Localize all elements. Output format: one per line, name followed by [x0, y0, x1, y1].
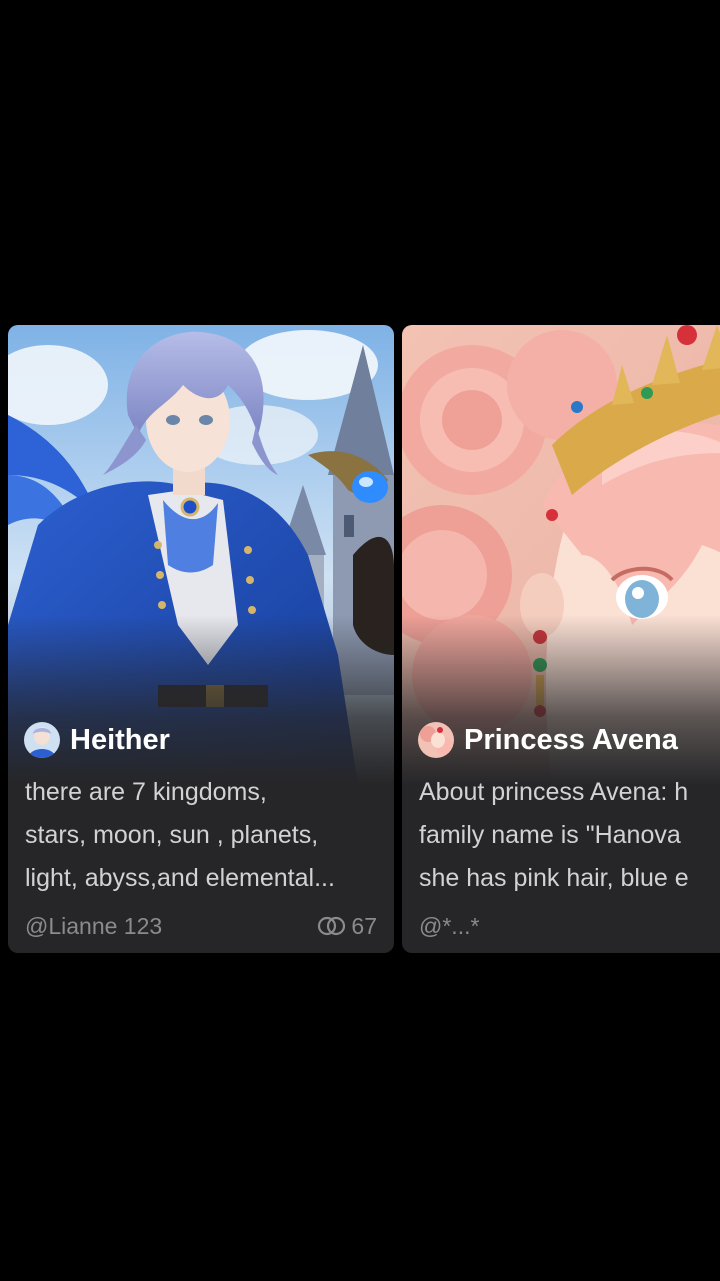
creator-handle[interactable]: @Lianne 123	[25, 913, 162, 940]
character-name: Princess Avena	[464, 723, 678, 756]
character-art-heither	[8, 325, 394, 785]
avatar	[24, 722, 60, 758]
chat-count-value: 67	[351, 912, 377, 939]
chat-bubbles-icon	[318, 916, 346, 936]
description-line: there are 7 kingdoms,	[25, 778, 267, 806]
character-card-carousel[interactable]: Heither there are 7 kingdoms, stars, moo…	[0, 322, 720, 956]
description-line: stars, moon, sun , planets,	[25, 821, 319, 849]
card-footer: @*...*	[419, 909, 720, 943]
character-card-heither[interactable]: Heither there are 7 kingdoms, stars, moo…	[8, 325, 394, 953]
card-footer: @Lianne 123 67	[25, 909, 377, 943]
avatar	[418, 722, 454, 758]
character-description: About princess Avena: h family name is "…	[419, 771, 720, 900]
description-line: light, abyss,and elemental...	[25, 864, 335, 892]
creator-handle[interactable]: @*...*	[419, 913, 479, 940]
description-line: she has pink hair, blue e	[419, 864, 689, 892]
description-line: About princess Avena: h	[419, 778, 689, 806]
description-line: family name is "Hanova	[419, 821, 681, 849]
character-name: Heither	[70, 723, 170, 756]
character-card-princess-avena[interactable]: Princess Avena About princess Avena: h f…	[402, 325, 720, 953]
chat-count: 67	[317, 913, 377, 940]
character-art-princess-avena	[402, 325, 720, 785]
character-title-row: Heither	[24, 721, 170, 759]
character-description: there are 7 kingdoms, stars, moon, sun ,…	[25, 771, 381, 900]
character-title-row: Princess Avena	[418, 721, 678, 759]
